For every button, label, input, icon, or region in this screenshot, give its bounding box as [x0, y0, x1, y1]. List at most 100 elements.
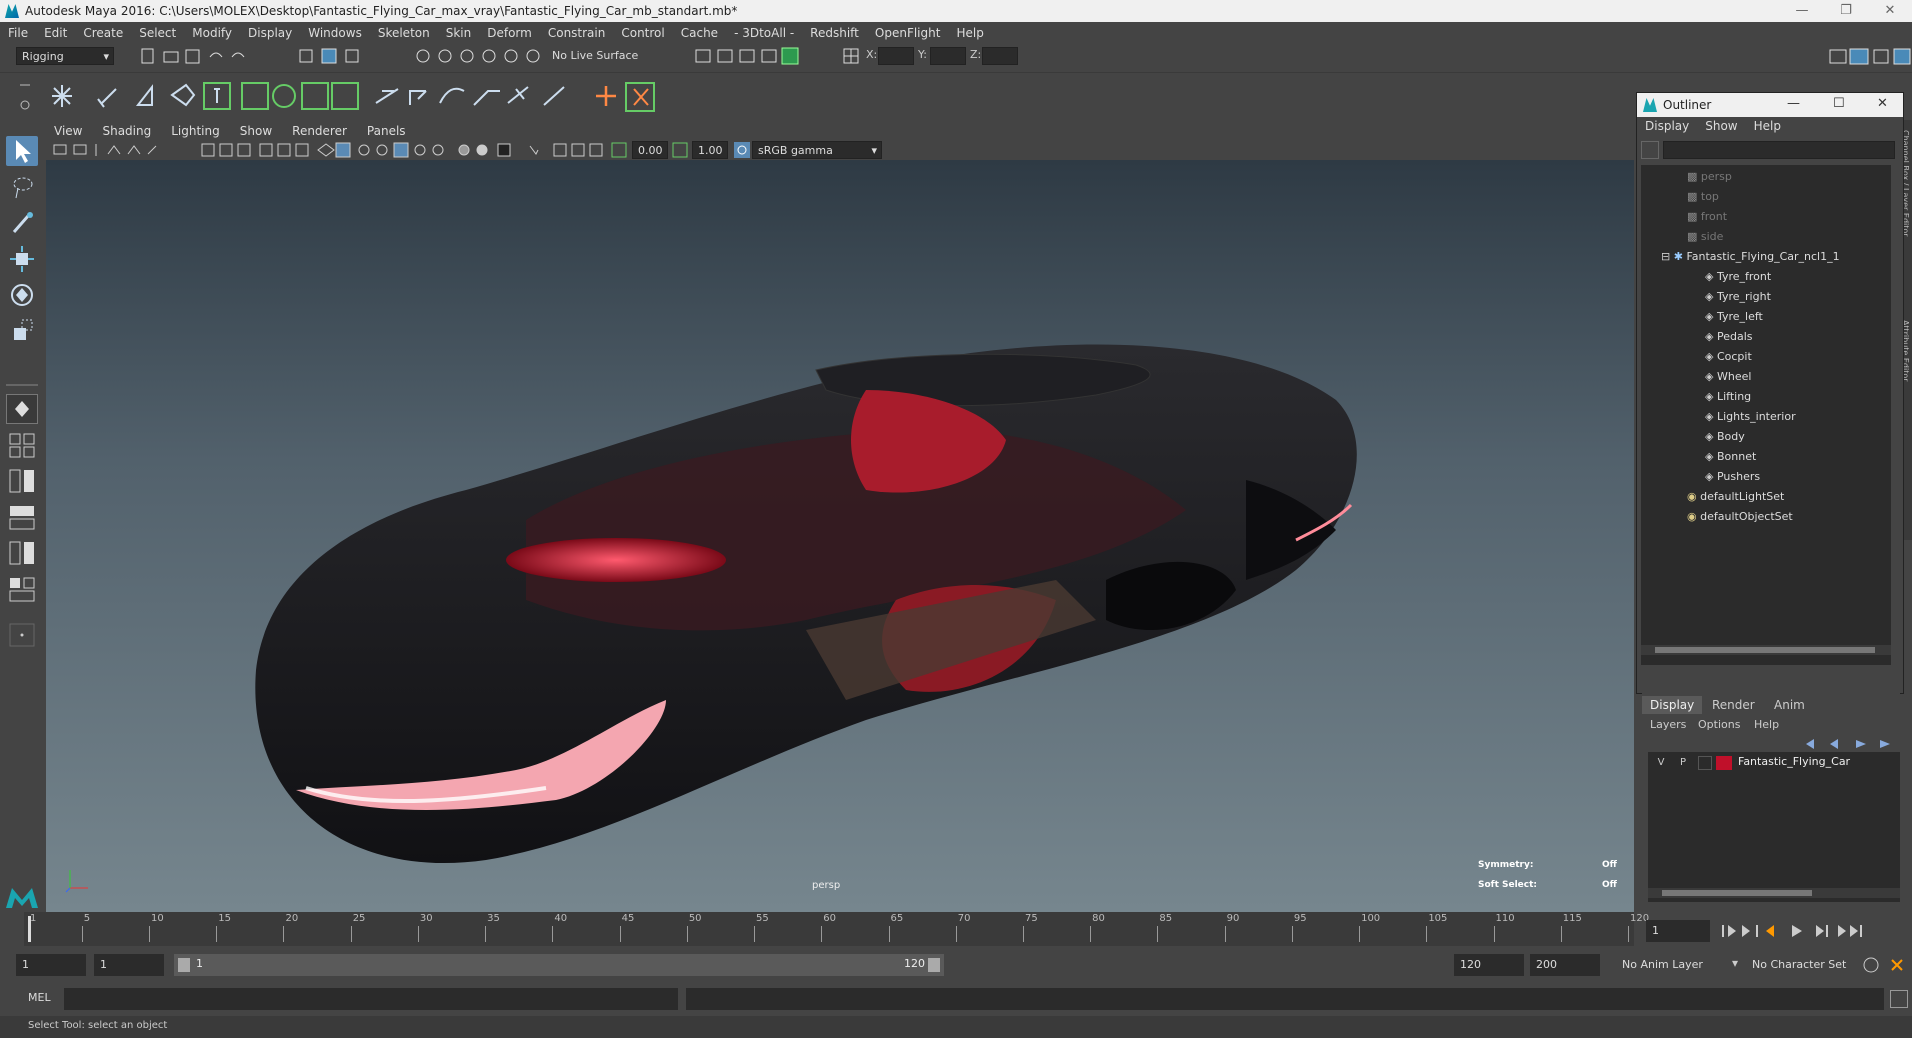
x-field[interactable] — [878, 47, 914, 65]
outliner-item[interactable]: ◈ Pushers — [1705, 468, 1760, 486]
panel-menu-lighting[interactable]: Lighting — [161, 124, 230, 138]
menu-windows[interactable]: Windows — [300, 26, 370, 40]
menu-control[interactable]: Control — [613, 26, 672, 40]
outliner-item[interactable]: ◈ Pedals — [1705, 328, 1753, 346]
range-start-handle[interactable] — [178, 958, 190, 972]
outliner-item[interactable]: ◉ defaultLightSet — [1687, 488, 1784, 506]
layer-color-swatch[interactable] — [1716, 756, 1732, 770]
menu-skeleton[interactable]: Skeleton — [370, 26, 438, 40]
menu-edit[interactable]: Edit — [36, 26, 75, 40]
script-editor-icon[interactable] — [1890, 990, 1908, 1008]
side-by-side-icon[interactable] — [6, 466, 38, 496]
restore-icon[interactable]: ❐ — [1824, 0, 1868, 22]
outliner-menu-display[interactable]: Display — [1637, 119, 1697, 133]
scroll-thumb[interactable] — [1662, 890, 1812, 896]
playback-end-field[interactable]: 120 — [1454, 954, 1524, 976]
outliner-item[interactable]: ⊟ ✱ Fantastic_Flying_Car_ncl1_1 — [1661, 248, 1840, 266]
four-view-icon[interactable] — [6, 430, 38, 460]
perspective-viewport[interactable]: persp Symmetry: Off Soft Select: Off — [46, 160, 1634, 912]
menu-modify[interactable]: Modify — [184, 26, 240, 40]
rotate-tool-icon[interactable] — [6, 280, 38, 310]
maximize-icon[interactable]: ☐ — [1833, 96, 1845, 111]
outliner-item[interactable]: ◈ Tyre_right — [1705, 288, 1771, 306]
paint-select-icon[interactable] — [6, 208, 38, 238]
menu-deform[interactable]: Deform — [479, 26, 540, 40]
outliner-item[interactable]: ▩ top — [1687, 188, 1719, 206]
panel-menu-show[interactable]: Show — [230, 124, 282, 138]
outliner-item[interactable]: ▩ front — [1687, 208, 1727, 226]
colorspace-dropdown[interactable]: sRGB gamma ▾ — [752, 141, 882, 159]
current-time-marker[interactable] — [28, 916, 31, 942]
menu-file[interactable]: File — [0, 26, 36, 40]
scroll-thumb[interactable] — [1655, 647, 1875, 653]
range-slider[interactable]: 1 120 — [174, 954, 944, 976]
filter-icon[interactable] — [1641, 141, 1659, 159]
outliner-item[interactable]: ◈ Tyre_left — [1705, 308, 1763, 326]
color-management-icon[interactable] — [734, 142, 750, 158]
start-frame-field[interactable]: 1 — [16, 954, 86, 976]
time-slider[interactable]: 1 5 10 15 20 25 30 35 40 45 50 55 60 65 70 75 80 85 90 95 10… — [24, 912, 1649, 946]
anim-layer-dropdown[interactable]: No Anim Layer — [1622, 958, 1703, 971]
y-field[interactable] — [930, 47, 966, 65]
layer-name[interactable]: Fantastic_Flying_Car — [1738, 755, 1850, 768]
minimize-icon[interactable]: — — [1787, 96, 1800, 111]
menu-3dtoall[interactable]: - 3DtoAll - — [726, 26, 802, 40]
prefs-icons[interactable] — [1862, 956, 1908, 974]
collapse-icon[interactable]: ⊟ — [1661, 250, 1674, 263]
visibility-toggle[interactable]: V — [1654, 756, 1668, 770]
playback-start-field[interactable]: 1 — [94, 954, 164, 976]
exposure-field[interactable]: 0.00 — [632, 141, 668, 159]
layer-action-icons[interactable] — [1802, 736, 1892, 752]
layout-more-icon[interactable] — [6, 620, 38, 650]
z-field[interactable] — [982, 47, 1018, 65]
persp-graph-icon[interactable] — [6, 538, 38, 568]
end-frame-field[interactable]: 200 — [1530, 954, 1600, 976]
close-icon[interactable]: ✕ — [1877, 96, 1888, 111]
range-end-handle[interactable] — [928, 958, 940, 972]
tab-anim[interactable]: Anim — [1766, 696, 1813, 714]
tab-render[interactable]: Render — [1704, 696, 1763, 714]
tab-display[interactable]: Display — [1642, 696, 1703, 714]
menu-redshift[interactable]: Redshift — [802, 26, 867, 40]
panel-menu-panels[interactable]: Panels — [357, 124, 416, 138]
outliner-menu-show[interactable]: Show — [1697, 119, 1745, 133]
menu-constrain[interactable]: Constrain — [540, 26, 614, 40]
outliner-hscrollbar[interactable] — [1641, 645, 1891, 655]
menu-select[interactable]: Select — [131, 26, 184, 40]
menu-help[interactable]: Help — [948, 26, 991, 40]
snap-tools-group[interactable] — [414, 47, 544, 65]
menuset-dropdown[interactable]: Rigging ▾ — [16, 47, 114, 65]
menu-openflight[interactable]: OpenFlight — [867, 26, 949, 40]
outliner-item[interactable]: ◈ Tyre_front — [1705, 268, 1771, 286]
menu-cache[interactable]: Cache — [673, 26, 726, 40]
outliner-search-input[interactable] — [1663, 141, 1895, 159]
script-language-label[interactable]: MEL — [28, 991, 51, 1004]
persp-outliner-icon[interactable] — [6, 502, 38, 532]
playback-controls[interactable] — [1720, 922, 1910, 940]
outliner-item[interactable]: ◈ Body — [1705, 428, 1745, 446]
rigging-shelf-tools[interactable] — [46, 79, 706, 113]
command-input[interactable] — [64, 988, 678, 1010]
options-menu[interactable]: Options — [1698, 718, 1740, 731]
live-surface-field[interactable]: No Live Surface — [552, 47, 638, 65]
gamma-toggle-icon[interactable] — [672, 142, 688, 158]
playback-toggle[interactable]: P — [1676, 756, 1690, 770]
outliner-item[interactable]: ▩ persp — [1687, 168, 1732, 186]
menu-create[interactable]: Create — [75, 26, 131, 40]
outliner-item[interactable]: ◈ Lights_interior — [1705, 408, 1796, 426]
character-set-dropdown[interactable]: No Character Set — [1752, 958, 1846, 971]
single-view-icon[interactable] — [6, 394, 38, 424]
current-frame-field[interactable]: 1 — [1646, 920, 1710, 942]
lasso-tool-icon[interactable] — [6, 172, 38, 202]
panel-menu-view[interactable]: View — [44, 124, 92, 138]
layer-hscrollbar[interactable] — [1648, 888, 1900, 898]
move-tool-icon[interactable] — [6, 244, 38, 274]
file-tools-group[interactable] — [140, 47, 260, 65]
outliner-item[interactable]: ◈ Wheel — [1705, 368, 1751, 386]
shelf-options-icon[interactable] — [18, 77, 32, 115]
layers-menu[interactable]: Layers — [1650, 718, 1686, 731]
selection-mask-group[interactable] — [298, 47, 368, 65]
outliner-item[interactable]: ◈ Lifting — [1705, 388, 1751, 406]
outliner-item[interactable]: ◈ Bonnet — [1705, 448, 1756, 466]
panel-menu-renderer[interactable]: Renderer — [282, 124, 357, 138]
